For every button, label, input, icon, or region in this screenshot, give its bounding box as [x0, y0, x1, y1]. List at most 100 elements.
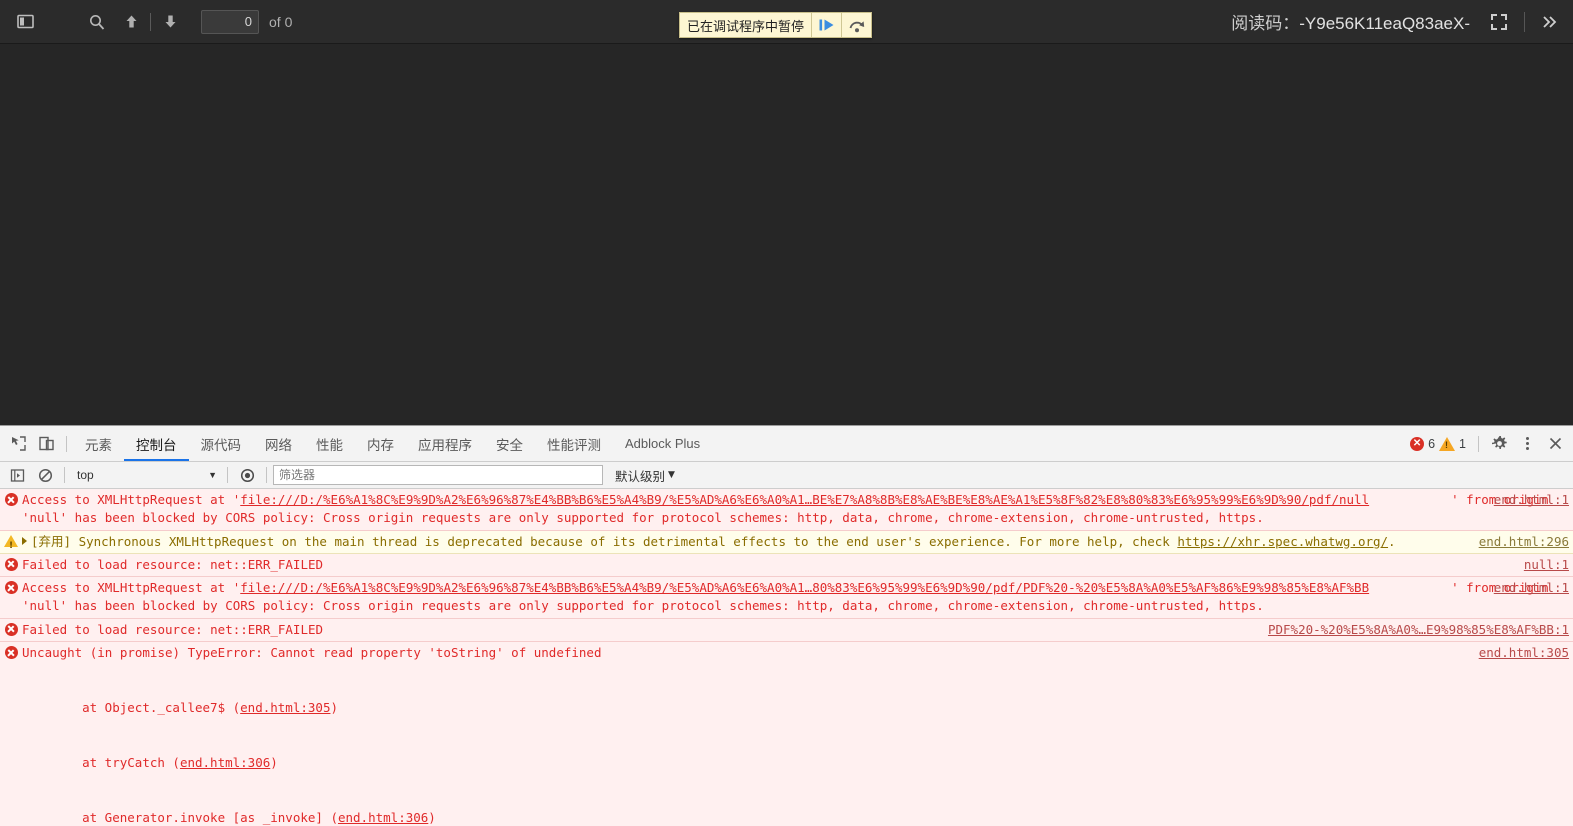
message-source-link[interactable]: PDF%20-%20%E5%8A%A0%…E9%98%85%E8%AF%BB:1 [1268, 621, 1569, 639]
warning-badge[interactable]: 1 [1439, 436, 1466, 451]
tab-label: 源代码 [200, 437, 242, 454]
console-message-text: Access to XMLHttpRequest at 'file:///D:/… [22, 491, 1573, 528]
message-url-link[interactable]: file:///D:/%E6%A1%8C%E9%9D%A2%E6%96%87%E… [240, 580, 1369, 595]
tab-memory[interactable]: 内存 [355, 426, 406, 461]
stack-frame: at Generator.invoke [as _invoke] (end.ht… [22, 809, 1571, 826]
message-source-link[interactable]: null:1 [1524, 556, 1569, 574]
tab-application[interactable]: 应用程序 [406, 426, 484, 461]
message-part: Uncaught (in promise) TypeError: Cannot … [22, 645, 602, 661]
previous-page-icon[interactable] [114, 7, 148, 37]
tab-lighthouse[interactable]: 性能评测 [535, 426, 613, 461]
sidebar-toggle-icon[interactable] [8, 7, 42, 37]
tab-performance[interactable]: 性能 [304, 426, 355, 461]
log-level-value: 默认级别 [615, 468, 666, 484]
error-icon [0, 579, 22, 616]
tab-label: 应用程序 [418, 437, 472, 454]
search-icon[interactable] [80, 7, 114, 37]
stack-frame-suffix: ) [270, 754, 278, 770]
tab-network[interactable]: 网络 [253, 426, 304, 461]
warning-icon [1439, 436, 1456, 451]
toolbar-divider [150, 12, 151, 31]
error-icon: ✕ [1410, 436, 1425, 451]
tab-elements[interactable]: 元素 [73, 426, 124, 461]
execution-context-value: top [77, 468, 94, 482]
tab-sources[interactable]: 源代码 [189, 426, 254, 461]
message-url-link[interactable]: https://xhr.spec.whatwg.org/ [1177, 534, 1388, 549]
kebab-menu-icon[interactable] [1513, 430, 1541, 458]
error-icon [0, 644, 22, 826]
devtools-tab-bar: 元素 控制台 源代码 网络 性能 内存 应用程序 安全 性能评测 Adblock… [0, 426, 1573, 462]
error-badge[interactable]: ✕ 6 [1410, 436, 1436, 451]
execution-context-select[interactable]: top ▼ [71, 465, 221, 485]
next-page-icon[interactable] [153, 7, 187, 37]
stack-frame-link[interactable]: end.html:306 [180, 755, 270, 770]
error-icon [0, 621, 22, 639]
console-message-error[interactable]: Failed to load resource: net::ERR_FAILED… [0, 618, 1573, 643]
console-sidebar-icon[interactable] [4, 464, 30, 486]
console-message-text: Uncaught (in promise) TypeError: Cannot … [22, 644, 1573, 826]
devtools-tabbar-right: ✕ 6 1 [1410, 430, 1573, 458]
resume-script-icon[interactable] [811, 13, 841, 37]
stack-frame-link[interactable]: end.html:306 [338, 810, 428, 825]
console-message-error[interactable]: Failed to load resource: net::ERR_FAILED… [0, 553, 1573, 578]
page-count-label: of 0 [269, 13, 293, 30]
stack-frame: at Object._callee7$ (end.html:305) [22, 699, 1571, 717]
tabbar-divider-2 [1478, 435, 1479, 452]
expand-triangle-icon[interactable] [22, 536, 27, 545]
log-level-select[interactable]: 默认级别 ▼ [615, 466, 675, 485]
pdf-viewer-toolbar: of 0 已在调试程序中暂停 阅读码：-Y9e56K11eaQ83aeX- [0, 0, 1573, 44]
stack-frame: at tryCatch (end.html:306) [22, 754, 1571, 772]
message-source-link[interactable]: end.html:1 [1494, 491, 1569, 509]
read-code: 阅读码：-Y9e56K11eaQ83aeX- [1231, 9, 1470, 34]
tab-adblock-plus[interactable]: Adblock Plus [613, 426, 712, 461]
message-part: Access to XMLHttpRequest at ' [22, 492, 241, 507]
stack-frame-suffix: ) [330, 699, 338, 715]
message-url-link[interactable]: file:///D:/%E6%A1%8C%E9%9D%A2%E6%96%87%E… [240, 492, 1369, 507]
message-part: Failed to load resource: net::ERR_FAILED [22, 556, 324, 572]
tab-label: Adblock Plus [625, 436, 701, 451]
message-part: [弃用] Synchronous XMLHttpRequest on the m… [31, 533, 1178, 549]
message-source-link[interactable]: end.html:296 [1479, 533, 1569, 551]
read-code-value: -Y9e56K11eaQ83aeX- [1299, 14, 1470, 33]
message-source-link[interactable]: end.html:1 [1494, 579, 1569, 597]
console-toolbar-divider [64, 467, 65, 483]
clear-console-icon[interactable] [32, 464, 58, 486]
console-message-error[interactable]: Access to XMLHttpRequest at 'file:///D:/… [0, 489, 1573, 531]
fullscreen-icon[interactable] [1482, 7, 1516, 37]
warning-icon [0, 533, 22, 555]
device-toolbar-icon[interactable] [32, 430, 60, 458]
pdf-viewer-canvas [0, 44, 1573, 425]
console-message-text: [弃用] Synchronous XMLHttpRequest on the m… [22, 533, 1573, 551]
console-toolbar: top ▼ 默认级别 ▼ [0, 462, 1573, 489]
stack-frame-link[interactable]: end.html:305 [240, 700, 330, 715]
chevron-double-right-icon[interactable] [1533, 7, 1567, 37]
chevron-down-icon: ▼ [668, 470, 675, 480]
filter-input[interactable] [273, 465, 603, 485]
tab-label: 性能 [316, 437, 343, 454]
error-count: 6 [1428, 436, 1436, 451]
stack-frame-label: at Object._callee7$ ( [52, 699, 241, 715]
console-message-warning[interactable]: [弃用] Synchronous XMLHttpRequest on the m… [0, 530, 1573, 555]
close-icon[interactable] [1541, 430, 1569, 458]
console-toolbar-divider-3 [266, 467, 267, 483]
message-part: Access to XMLHttpRequest at ' [22, 580, 241, 596]
inspect-element-icon[interactable] [4, 430, 32, 458]
tab-label: 内存 [367, 437, 394, 454]
tab-security[interactable]: 安全 [484, 426, 535, 461]
tab-label: 元素 [85, 437, 112, 454]
console-message-error[interactable]: Access to XMLHttpRequest at 'file:///D:/… [0, 577, 1573, 619]
issue-counters[interactable]: ✕ 6 1 [1410, 436, 1466, 451]
message-source-link[interactable]: end.html:305 [1479, 644, 1569, 662]
console-message-list[interactable]: Access to XMLHttpRequest at 'file:///D:/… [0, 489, 1573, 826]
debugger-paused-bar: 已在调试程序中暂停 [679, 12, 873, 38]
page-number-input[interactable] [201, 9, 259, 34]
console-message-error[interactable]: Uncaught (in promise) TypeError: Cannot … [0, 642, 1573, 826]
stack-frame-suffix: ) [428, 809, 436, 825]
gear-icon[interactable] [1485, 430, 1513, 458]
step-over-icon[interactable] [841, 13, 871, 37]
tab-label: 控制台 [136, 437, 177, 454]
eye-icon[interactable] [234, 464, 260, 486]
console-message-text: Access to XMLHttpRequest at 'file:///D:/… [22, 579, 1573, 616]
stack-frame-label: at Generator.invoke [as _invoke] ( [52, 809, 338, 825]
tab-console[interactable]: 控制台 [124, 426, 189, 461]
